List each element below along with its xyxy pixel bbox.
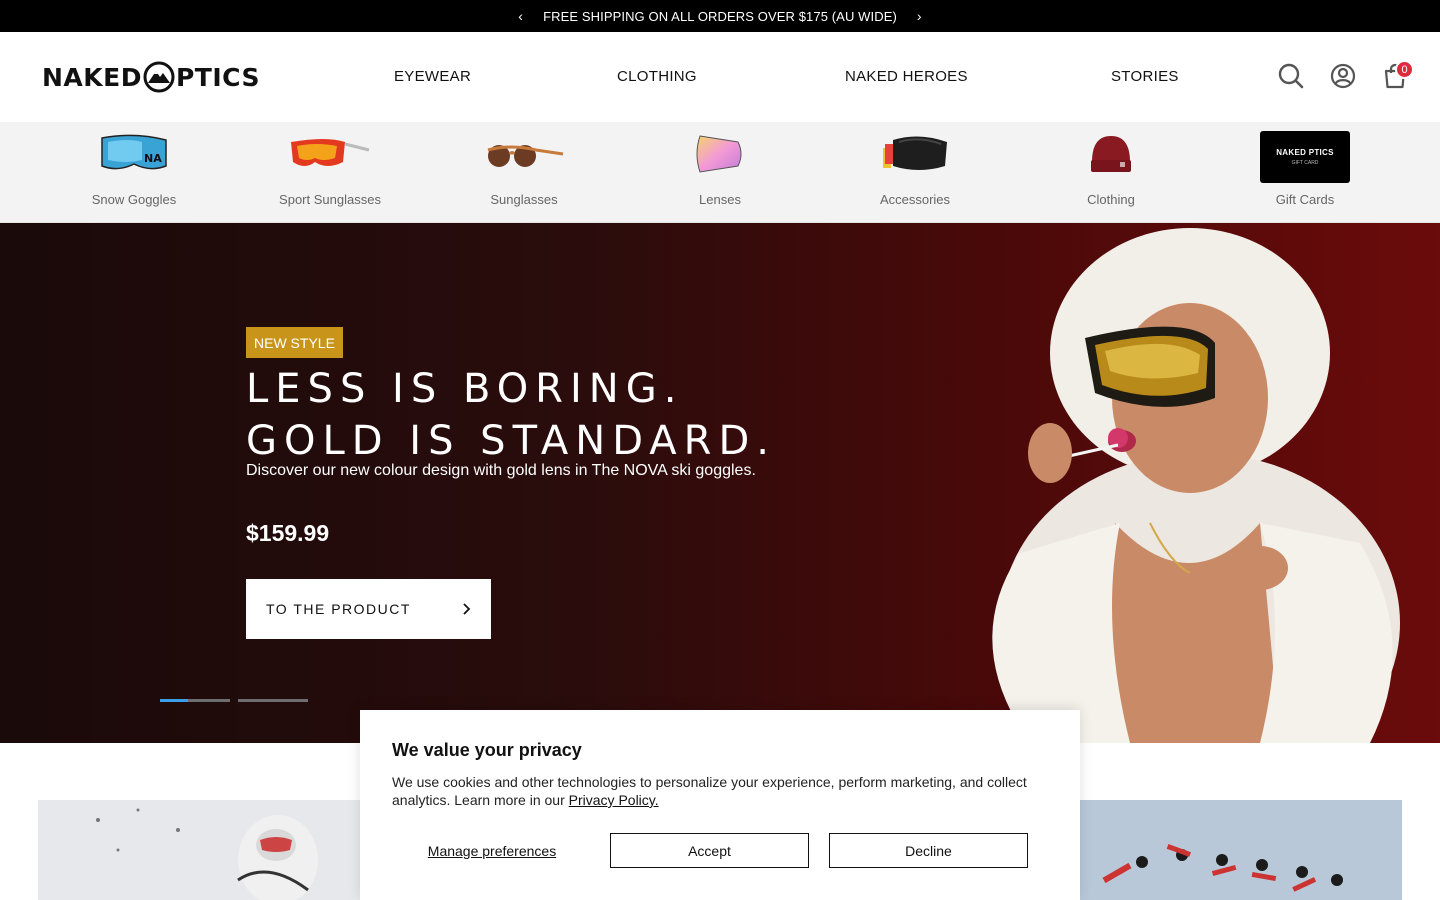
sport-sunglasses-thumb [291,139,370,166]
gift-card-brand: NAKED PTICS [1276,148,1334,157]
slide-indicators [160,699,308,702]
snow-goggles-thumb: NA [101,134,167,170]
account-icon[interactable] [1329,62,1357,90]
hero-subtitle: Discover our new colour design with gold… [246,462,756,479]
slide-indicator-2[interactable] [238,699,308,702]
sunglasses-thumb [487,145,564,167]
nav-stories[interactable]: STORIES [1111,68,1179,85]
accept-button[interactable]: Accept [610,833,809,868]
logo-text-right: PTICS [175,62,260,92]
category-label: Accessories [879,192,951,207]
site-logo[interactable]: NAKED PTICS [42,60,260,94]
category-label: Clothing [1087,192,1135,207]
nav-clothing[interactable]: CLOTHING [617,68,697,85]
announcement-next-icon[interactable]: › [917,8,922,24]
manage-preferences-button[interactable]: Manage preferences [392,833,592,868]
category-clothing[interactable]: Clothing [1036,122,1186,222]
promo-image-right[interactable] [1072,800,1402,900]
announcement-bar: ‹ FREE SHIPPING ON ALL ORDERS OVER $175 … [0,0,1440,32]
announcement-prev-icon[interactable]: ‹ [518,8,523,24]
svg-text:NA: NA [144,152,162,165]
site-header: NAKED PTICS EYEWEAR CLOTHING NAKED HEROE… [0,32,1440,122]
category-label: Snow Goggles [91,192,177,207]
category-label: Sport Sunglasses [279,192,381,207]
category-lenses[interactable]: Lenses [645,122,795,222]
lens-thumb [696,135,742,173]
cookie-body-text: We use cookies and other technologies to… [392,774,1027,808]
slide-progress [160,699,188,702]
hero-banner: NEW STYLE LESS IS BORING. GOLD IS STANDA… [0,223,1440,743]
cookie-body: We use cookies and other technologies to… [392,773,1032,809]
accessory-thumb [883,136,947,170]
skier-image [38,800,368,900]
hero-price: $159.99 [246,520,330,546]
category-sport-sunglasses[interactable]: Sport Sunglasses [255,122,405,222]
category-label: Sunglasses [490,192,558,207]
nav-eyewear[interactable]: EYEWEAR [394,68,471,85]
category-accessories[interactable]: Accessories [840,122,990,222]
category-strip: NA Snow Goggles Sport Sunglasses Sunglas… [0,122,1440,223]
hero-title-line-1: LESS IS BORING. [246,366,684,412]
announcement-text[interactable]: FREE SHIPPING ON ALL ORDERS OVER $175 (A… [543,9,897,24]
category-sunglasses[interactable]: Sunglasses [449,122,599,222]
cookie-consent-banner: We value your privacy We use cookies and… [360,710,1080,900]
chevron-right-icon [463,603,471,615]
category-snow-goggles[interactable]: NA Snow Goggles [59,122,209,222]
category-label: Gift Cards [1275,192,1335,207]
promo-image-left[interactable] [38,800,368,900]
to-the-product-button[interactable]: TO THE PRODUCT [246,579,491,639]
search-icon[interactable] [1277,62,1305,90]
cart-count-badge: 0 [1395,60,1414,79]
beanie-thumb [1091,136,1131,172]
logo-mountain-icon [143,61,175,93]
hero-title-line-2: GOLD IS STANDARD. [246,418,776,464]
hero-title: LESS IS BORING. GOLD IS STANDARD. [246,363,776,467]
logo-text-left: NAKED [42,62,142,92]
hero-model-image [992,228,1400,743]
cookie-title: We value your privacy [392,740,582,760]
category-label: Lenses [699,192,741,207]
new-style-badge: NEW STYLE [246,327,343,358]
slide-indicator-1[interactable] [160,699,230,702]
cta-label: TO THE PRODUCT [266,601,411,617]
nav-naked-heroes[interactable]: NAKED HEROES [845,68,968,85]
category-gift-cards[interactable]: NAKED PTICS GIFT CARD Gift Cards [1230,122,1380,222]
decline-button[interactable]: Decline [829,833,1028,868]
gift-card-thumb: NAKED PTICS GIFT CARD [1260,131,1350,183]
privacy-policy-link[interactable]: Privacy Policy. [569,792,659,808]
gift-card-sub: GIFT CARD [1291,160,1319,166]
snowboarders-image [1072,800,1402,900]
